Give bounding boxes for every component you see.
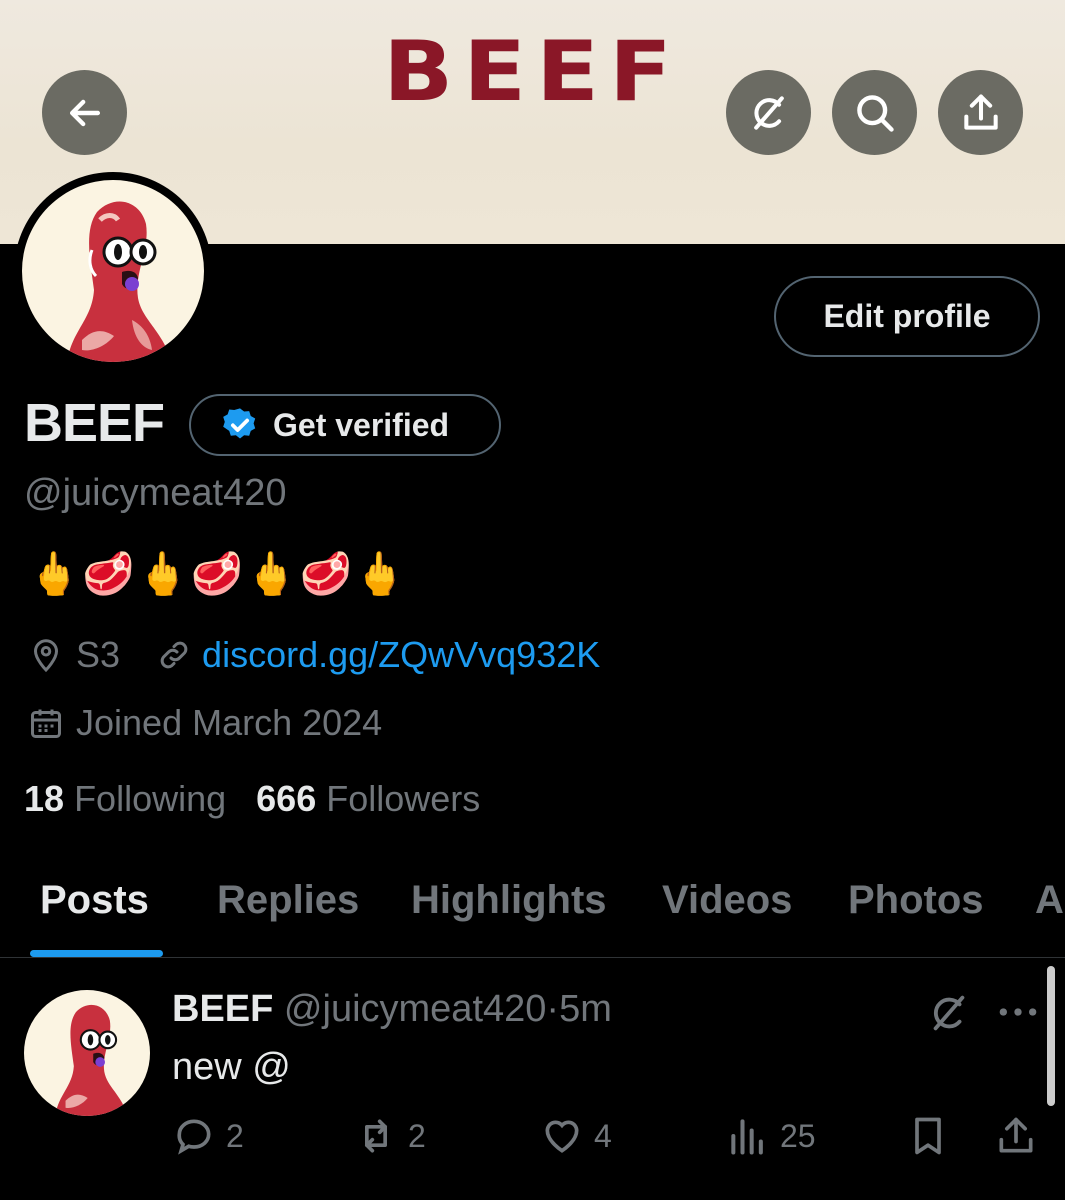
share-profile-button[interactable] bbox=[938, 70, 1023, 155]
tab-posts[interactable]: Posts bbox=[40, 878, 149, 923]
views-button[interactable]: 25 bbox=[726, 1114, 816, 1158]
repost-button[interactable]: 2 bbox=[354, 1114, 426, 1158]
like-button[interactable]: 4 bbox=[540, 1114, 612, 1158]
post-grok-button[interactable] bbox=[926, 990, 972, 1036]
profile-meta-row: S3 discord.gg/ZQwVvq932K bbox=[28, 634, 600, 676]
share-icon bbox=[963, 93, 998, 130]
search-button[interactable] bbox=[832, 70, 917, 155]
grok-button[interactable] bbox=[726, 70, 811, 155]
profile-avatar[interactable] bbox=[14, 172, 212, 370]
profile-name: BEEF bbox=[24, 393, 165, 453]
scrollbar[interactable] bbox=[1047, 966, 1055, 1106]
followers-count: 666 bbox=[256, 778, 317, 819]
calendar-icon bbox=[31, 709, 61, 738]
edit-profile-button[interactable]: Edit profile bbox=[774, 276, 1040, 357]
search-icon bbox=[856, 94, 894, 132]
post-header: BEEF @juicymeat420·5m bbox=[172, 988, 612, 1031]
heart-icon bbox=[545, 1120, 579, 1153]
repost-icon bbox=[365, 1119, 387, 1153]
profile-handle: @juicymeat420 bbox=[24, 472, 287, 514]
link-icon bbox=[160, 641, 188, 669]
reply-button[interactable]: 2 bbox=[172, 1114, 244, 1158]
following-link[interactable]: 18 Following bbox=[24, 778, 226, 819]
profile-tabs: Posts Replies Highlights Videos Photos A bbox=[0, 860, 1065, 958]
views-icon bbox=[731, 1119, 763, 1155]
reply-count: 2 bbox=[226, 1117, 244, 1154]
tab-photos[interactable]: Photos bbox=[848, 878, 984, 923]
avatar-image bbox=[22, 180, 204, 362]
views-count: 25 bbox=[780, 1117, 816, 1154]
arrow-left-icon bbox=[69, 99, 100, 126]
post-text: new @ bbox=[172, 1046, 291, 1088]
followers-label: Followers bbox=[326, 778, 481, 819]
active-tab-indicator bbox=[30, 950, 163, 957]
share-post-button[interactable] bbox=[994, 1114, 1048, 1158]
location-icon bbox=[33, 639, 59, 673]
followers-link[interactable]: 666 Followers bbox=[256, 778, 480, 819]
profile-link[interactable]: discord.gg/ZQwVvq932K bbox=[202, 634, 600, 676]
like-count: 4 bbox=[594, 1117, 612, 1154]
following-label: Following bbox=[74, 778, 227, 819]
following-count: 18 bbox=[24, 778, 65, 819]
bookmark-button[interactable] bbox=[906, 1114, 960, 1158]
bookmark-icon bbox=[915, 1117, 941, 1155]
post-separator: · bbox=[546, 988, 560, 1030]
get-verified-button[interactable]: Get verified bbox=[189, 394, 501, 456]
profile-location: S3 bbox=[76, 634, 121, 675]
repost-count: 2 bbox=[408, 1117, 426, 1154]
joined-date: Joined March 2024 bbox=[76, 702, 383, 743]
grok-icon bbox=[933, 995, 965, 1031]
more-horizontal-icon bbox=[999, 1008, 1037, 1016]
verified-badge-icon bbox=[223, 408, 256, 439]
post-author[interactable]: BEEF bbox=[172, 988, 273, 1030]
get-verified-label: Get verified bbox=[273, 406, 450, 443]
tab-videos[interactable]: Videos bbox=[662, 878, 792, 923]
tab-highlights[interactable]: Highlights bbox=[411, 878, 607, 923]
post-time[interactable]: 5m bbox=[559, 988, 612, 1030]
joined-row: Joined March 2024 bbox=[28, 702, 382, 744]
tab-replies[interactable]: Replies bbox=[217, 878, 359, 923]
post-more-button[interactable] bbox=[996, 994, 1040, 1030]
profile-bio: 🖕🥩🖕🥩🖕🥩🖕 bbox=[28, 550, 409, 597]
tab-articles[interactable]: A bbox=[1035, 878, 1064, 923]
grok-icon bbox=[753, 95, 784, 130]
share-icon bbox=[999, 1117, 1033, 1153]
reply-icon bbox=[177, 1119, 211, 1155]
back-button[interactable] bbox=[42, 70, 127, 155]
post-handle[interactable]: @juicymeat420 bbox=[284, 988, 546, 1030]
follow-stats: 18 Following 666 Followers bbox=[24, 778, 480, 820]
post-avatar[interactable] bbox=[24, 990, 150, 1116]
